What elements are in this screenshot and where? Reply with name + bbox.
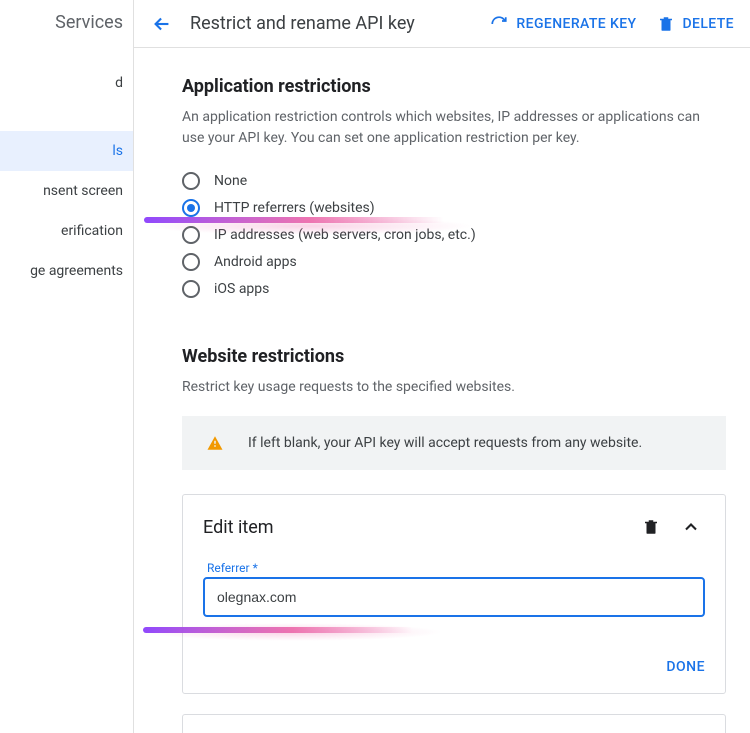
edit-item-title: Edit item	[203, 517, 625, 538]
collapse-item-button[interactable]	[677, 513, 705, 541]
chevron-up-icon	[681, 517, 701, 537]
app-restrictions-heading: Application restrictions	[182, 76, 726, 97]
sidebar-item-dashboard[interactable]: d	[0, 63, 133, 103]
product-title: Services	[0, 0, 133, 55]
trash-icon	[657, 15, 675, 33]
trash-icon	[642, 518, 660, 536]
radio-icon	[182, 280, 200, 298]
arrow-left-icon	[151, 13, 173, 35]
add-item-button[interactable]: ADD AN ITEM	[182, 714, 726, 733]
radio-none[interactable]: None	[182, 167, 726, 194]
regenerate-key-button[interactable]: REGENERATE KEY	[490, 15, 636, 33]
highlight-glow	[143, 623, 443, 641]
edit-item-card: Edit item Referrer *	[182, 494, 726, 694]
highlight-marker	[143, 627, 413, 633]
sidebar-item-page-agreements[interactable]: ge agreements	[0, 251, 133, 291]
sidebar: Services d ls nsent screen erification g…	[0, 0, 134, 733]
refresh-icon	[490, 15, 508, 33]
radio-http-referrers[interactable]: HTTP referrers (websites)	[182, 194, 726, 221]
top-bar: Restrict and rename API key REGENERATE K…	[134, 0, 750, 48]
radio-android-apps[interactable]: Android apps	[182, 248, 726, 275]
sidebar-item-verification[interactable]: erification	[0, 211, 133, 251]
radio-icon	[182, 199, 200, 217]
radio-icon	[182, 226, 200, 244]
delete-item-button[interactable]	[637, 513, 665, 541]
blank-warning-banner: If left blank, your API key will accept …	[182, 416, 726, 470]
warning-icon	[206, 434, 224, 452]
radio-icon	[182, 253, 200, 271]
radio-icon	[182, 172, 200, 190]
delete-key-button[interactable]: DELETE	[657, 15, 735, 33]
page-title: Restrict and rename API key	[190, 13, 470, 34]
done-button[interactable]: DONE	[666, 659, 705, 675]
website-restrictions-desc: Restrict key usage requests to the speci…	[182, 377, 722, 398]
referrer-field-label: Referrer *	[203, 561, 705, 575]
back-button[interactable]	[146, 8, 178, 40]
sidebar-item-credentials[interactable]: ls	[0, 131, 133, 171]
radio-ip-addresses[interactable]: IP addresses (web servers, cron jobs, et…	[182, 221, 726, 248]
app-restrictions-radio-group: None HTTP referrers (websites) IP addres…	[182, 167, 726, 306]
referrer-input[interactable]	[203, 577, 705, 617]
website-restrictions-heading: Website restrictions	[182, 346, 726, 367]
sidebar-item-consent-screen[interactable]: nsent screen	[0, 171, 133, 211]
radio-ios-apps[interactable]: iOS apps	[182, 275, 726, 302]
app-restrictions-desc: An application restriction controls whic…	[182, 107, 722, 149]
